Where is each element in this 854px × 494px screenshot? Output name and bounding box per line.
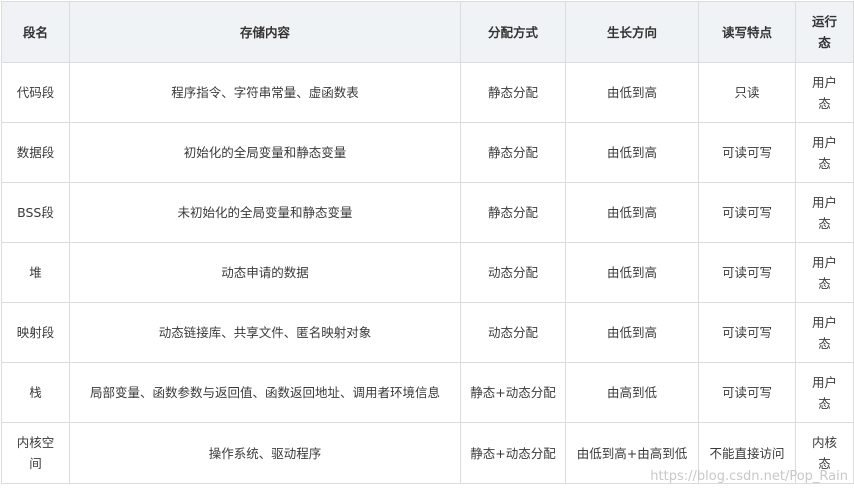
cell-allocation: 静态+动态分配 [460,362,566,423]
cell-access: 可读可写 [698,302,796,363]
cell-allocation: 静态分配 [460,62,566,123]
cell-access: 不能直接访问 [698,422,796,484]
cell-mode: 用户态 [795,62,854,123]
cell-segment-name: 堆 [1,242,70,303]
cell-segment-name: 栈 [1,362,70,423]
cell-growth: 由低到高 [565,62,699,123]
cell-allocation: 静态分配 [460,122,566,183]
header-row: 段名 存储内容 分配方式 生长方向 读写特点 运行态 [1,1,854,63]
cell-access: 可读可写 [698,122,796,183]
header-mode: 运行态 [795,1,854,63]
cell-segment-name: BSS段 [1,182,70,243]
cell-allocation: 静态+动态分配 [460,422,566,484]
cell-allocation: 动态分配 [460,302,566,363]
table-row: 映射段 动态链接库、共享文件、匿名映射对象 动态分配 由低到高 可读可写 用户态 [1,302,854,363]
cell-segment-name: 内核空间 [1,422,70,484]
header-growth: 生长方向 [565,1,699,63]
cell-allocation: 动态分配 [460,242,566,303]
cell-mode: 用户态 [795,122,854,183]
table-row: 数据段 初始化的全局变量和静态变量 静态分配 由低到高 可读可写 用户态 [1,122,854,183]
cell-content: 局部变量、函数参数与返回值、函数返回地址、调用者环境信息 [69,362,461,423]
table-row: BSS段 未初始化的全局变量和静态变量 静态分配 由低到高 可读可写 用户态 [1,182,854,243]
cell-access: 可读可写 [698,362,796,423]
cell-content: 动态链接库、共享文件、匿名映射对象 [69,302,461,363]
cell-access: 可读可写 [698,242,796,303]
cell-mode: 用户态 [795,242,854,303]
header-allocation: 分配方式 [460,1,566,63]
table-row: 栈 局部变量、函数参数与返回值、函数返回地址、调用者环境信息 静态+动态分配 由… [1,362,854,423]
cell-growth: 由低到高+由高到低 [565,422,699,484]
cell-mode: 用户态 [795,182,854,243]
cell-mode: 内核态 [795,422,854,484]
cell-growth: 由低到高 [565,182,699,243]
memory-segments-table: 段名 存储内容 分配方式 生长方向 读写特点 运行态 代码段 程序指令、字符串常… [1,1,854,484]
header-access: 读写特点 [698,1,796,63]
table-row: 代码段 程序指令、字符串常量、虚函数表 静态分配 由低到高 只读 用户态 [1,62,854,123]
cell-growth: 由低到高 [565,302,699,363]
cell-segment-name: 数据段 [1,122,70,183]
cell-access: 只读 [698,62,796,123]
cell-growth: 由高到低 [565,362,699,423]
cell-access: 可读可写 [698,182,796,243]
cell-content: 初始化的全局变量和静态变量 [69,122,461,183]
cell-mode: 用户态 [795,362,854,423]
header-segment-name: 段名 [1,1,70,63]
cell-content: 操作系统、驱动程序 [69,422,461,484]
cell-content: 动态申请的数据 [69,242,461,303]
cell-segment-name: 代码段 [1,62,70,123]
header-content: 存储内容 [69,1,461,63]
table-row: 堆 动态申请的数据 动态分配 由低到高 可读可写 用户态 [1,242,854,303]
cell-content: 未初始化的全局变量和静态变量 [69,182,461,243]
cell-growth: 由低到高 [565,122,699,183]
cell-content: 程序指令、字符串常量、虚函数表 [69,62,461,123]
cell-growth: 由低到高 [565,242,699,303]
cell-mode: 用户态 [795,302,854,363]
cell-segment-name: 映射段 [1,302,70,363]
table-row: 内核空间 操作系统、驱动程序 静态+动态分配 由低到高+由高到低 不能直接访问 … [1,422,854,484]
cell-allocation: 静态分配 [460,182,566,243]
